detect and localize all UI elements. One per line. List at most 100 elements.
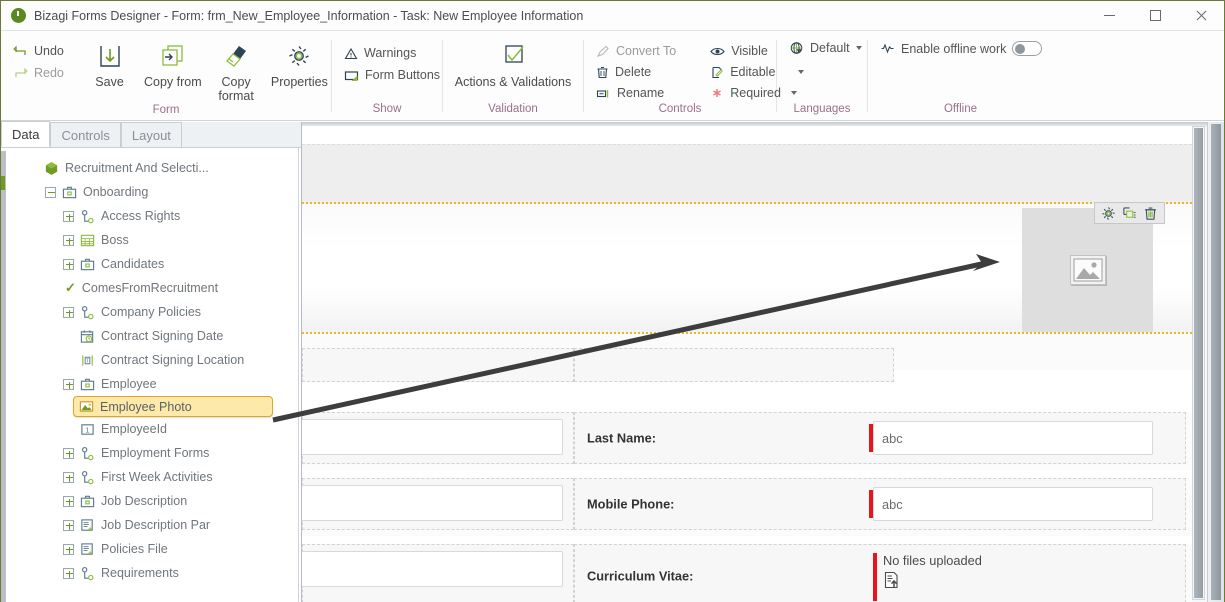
offline-toggle-switch[interactable]: [1012, 41, 1043, 56]
asterisk-icon: [713, 88, 722, 97]
form-cell-curriculum-vitae[interactable]: Curriculum Vitae: No files uploaded: [574, 544, 1186, 602]
expand-icon[interactable]: [63, 567, 74, 579]
tree-item-label: Employee: [101, 377, 157, 391]
expand-icon[interactable]: [63, 471, 74, 483]
email-input[interactable]: bc: [302, 551, 563, 587]
form-cell-mid-name[interactable]: bc: [302, 478, 574, 530]
convert-to-button[interactable]: Convert To: [592, 42, 680, 60]
enable-offline-work-row[interactable]: Enable offline work: [876, 39, 1046, 58]
photo-properties-button[interactable]: [1100, 205, 1117, 222]
tab-data[interactable]: Data: [1, 121, 51, 147]
mobile-phone-input[interactable]: abc: [869, 487, 1153, 521]
photo-placeholder-box[interactable]: [1022, 208, 1153, 332]
copy-from-button[interactable]: Copy from: [141, 36, 204, 89]
expand-icon[interactable]: [63, 234, 74, 246]
tab-controls[interactable]: Controls: [50, 122, 121, 147]
expand-icon[interactable]: [63, 447, 74, 459]
tree-item-company-policies[interactable]: Company Policies: [1, 300, 298, 324]
tree-item-contract-signing-date[interactable]: Contract Signing Date: [1, 324, 298, 348]
chevron-down-icon[interactable]: [855, 46, 862, 50]
expand-icon[interactable]: [63, 210, 74, 222]
data-tree[interactable]: Recruitment And Selecti... Onboarding Acce…: [1, 148, 299, 602]
default-language-button[interactable]: Default: [785, 39, 866, 57]
expand-icon[interactable]: [63, 378, 74, 390]
form-cell-last-name[interactable]: Last Name: abc: [574, 412, 1186, 464]
close-button[interactable]: [1178, 1, 1224, 31]
form-row-3: bc Curriculum Vitae: No files uploaded: [302, 544, 1192, 602]
form-cell-email[interactable]: bc: [302, 544, 574, 602]
expand-icon[interactable]: [63, 306, 74, 318]
tree-item-onboarding[interactable]: Onboarding: [1, 180, 298, 204]
tree-item-employment-forms[interactable]: Employment Forms: [1, 441, 298, 465]
tree-item-boss[interactable]: Boss: [1, 228, 298, 252]
employee-photo-control[interactable]: [302, 202, 1192, 334]
tree-item-recruitment-and-selecti[interactable]: Recruitment And Selecti...: [1, 156, 298, 180]
delete-label: Delete: [615, 65, 652, 79]
tree-item-requirements[interactable]: Requirements: [1, 561, 298, 585]
form-cell-empty-left[interactable]: [302, 348, 574, 382]
expand-icon[interactable]: [63, 543, 74, 555]
ribbon-group-label-validation: Validation: [488, 103, 538, 115]
expand-icon[interactable]: [63, 519, 74, 531]
image-icon: [78, 399, 94, 415]
minimize-button[interactable]: [1086, 1, 1132, 31]
first-name-input[interactable]: bc: [302, 419, 563, 455]
last-name-input[interactable]: abc: [869, 421, 1153, 455]
photo-duplicate-button[interactable]: [1121, 205, 1138, 222]
properties-button[interactable]: Properties: [268, 36, 331, 89]
undo-button[interactable]: Undo: [9, 42, 68, 60]
maximize-button[interactable]: [1132, 1, 1178, 31]
save-label: Save: [95, 75, 124, 89]
copy-format-button[interactable]: Copy format: [204, 36, 267, 103]
tab-layout[interactable]: Layout: [120, 122, 182, 147]
photo-delete-button[interactable]: [1142, 205, 1159, 222]
tree-item-label: Company Policies: [101, 305, 202, 319]
window-scrollbar[interactable]: [1207, 122, 1224, 602]
tree-item-first-week-activities[interactable]: First Week Activities: [1, 465, 298, 489]
tree-item-job-description-par[interactable]: Job Description Par: [1, 513, 298, 537]
curriculum-vitae-upload[interactable]: No files uploaded: [873, 551, 1153, 602]
title-bar: Bizagi Forms Designer - Form: frm_New_Em…: [1, 1, 1224, 31]
redo-button[interactable]: Redo: [9, 64, 68, 82]
entity-briefcase-icon: [79, 493, 95, 509]
tree-item-access-rights[interactable]: Access Rights: [1, 204, 298, 228]
photo-control-toolbar[interactable]: [1094, 202, 1165, 224]
last-name-label: Last Name:: [587, 430, 656, 446]
gear-icon: [284, 39, 314, 73]
entity-briefcase-icon: [79, 376, 95, 392]
form-cell-mobile-phone[interactable]: Mobile Phone: abc: [574, 478, 1186, 530]
rename-button[interactable]: Rename: [592, 84, 680, 102]
form-cell-empty-right[interactable]: [574, 348, 894, 382]
form-buttons-button[interactable]: Form Buttons: [340, 66, 444, 84]
file-upload-icon[interactable]: [883, 571, 1153, 594]
window-scrollbar-thumb[interactable]: [1211, 124, 1221, 600]
number-icon: 1: [79, 421, 95, 437]
tree-item-employeeid[interactable]: 1 EmployeeId: [1, 417, 298, 441]
form-band-top: [302, 126, 1192, 144]
ribbon-group-label-languages: Languages: [793, 103, 851, 115]
canvas-scrollbar[interactable]: [1192, 126, 1205, 600]
tree-item-candidates[interactable]: Candidates: [1, 252, 298, 276]
collapse-icon[interactable]: [45, 186, 56, 198]
expand-icon[interactable]: [63, 495, 74, 507]
form-surface: bc Last Name: abc bc: [302, 126, 1192, 602]
delete-button[interactable]: Delete: [592, 63, 680, 81]
form-canvas[interactable]: bc Last Name: abc bc: [301, 122, 1208, 602]
entity-briefcase-icon: [61, 184, 77, 200]
expand-icon[interactable]: [63, 258, 74, 270]
canvas-scrollbar-thumb[interactable]: [1194, 128, 1203, 598]
form-band-header: [302, 144, 1192, 202]
enable-offline-work-label: Enable offline work: [901, 41, 1007, 56]
tree-item-employee-photo[interactable]: Employee Photo: [73, 396, 273, 417]
mid-name-input[interactable]: bc: [302, 485, 563, 521]
tree-item-contract-signing-location[interactable]: T Contract Signing Location: [1, 348, 298, 372]
tree-item-employee[interactable]: Employee: [1, 372, 298, 396]
tab-data-label: Data: [12, 126, 40, 142]
save-button[interactable]: Save: [78, 36, 141, 89]
tree-item-job-description[interactable]: Job Description: [1, 489, 298, 513]
actions-validations-button[interactable]: Actions & Validations: [453, 36, 573, 89]
tree-item-policies-file[interactable]: Policies File: [1, 537, 298, 561]
warnings-button[interactable]: Warnings: [340, 44, 444, 62]
tree-item-comesfromrecruitment[interactable]: ✓ ComesFromRecruitment: [1, 276, 298, 300]
form-cell-first-name[interactable]: bc: [302, 412, 574, 464]
